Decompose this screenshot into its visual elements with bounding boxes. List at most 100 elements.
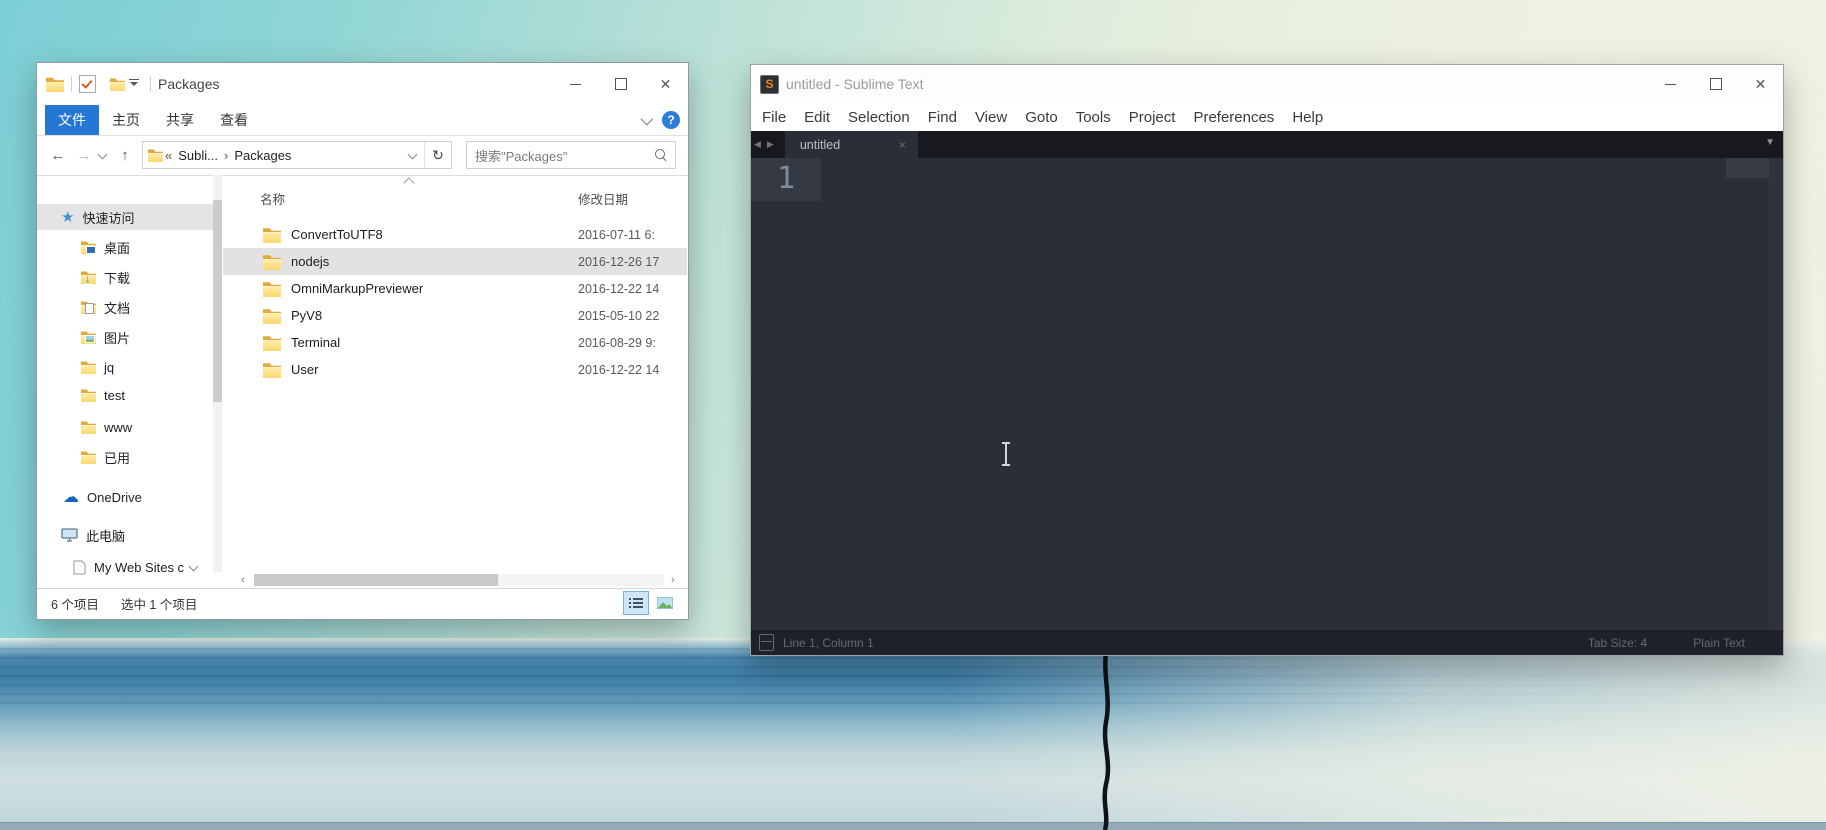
scroll-left-icon[interactable]: ‹ (241, 574, 245, 586)
breadcrumb-parent[interactable]: Subli... (174, 148, 222, 163)
menu-help[interactable]: Help (1283, 109, 1332, 126)
tab-scroll-left-icon[interactable]: ◀ (751, 139, 764, 150)
ribbon-tab-view[interactable]: 查看 (207, 105, 261, 135)
sidebar-item-test[interactable]: test (37, 382, 213, 408)
menu-tools[interactable]: Tools (1067, 109, 1120, 126)
menu-view[interactable]: View (966, 109, 1016, 126)
ribbon-tab-share[interactable]: 共享 (153, 105, 207, 135)
sidebar-label: www (104, 419, 133, 435)
desktop-folder-icon (81, 241, 96, 255)
qat-customize-icon[interactable] (129, 78, 139, 90)
tab-close-icon[interactable]: × (899, 138, 906, 152)
maximize-button[interactable] (1693, 65, 1738, 103)
breadcrumb-current[interactable]: Packages (230, 148, 295, 163)
maximize-button[interactable] (598, 63, 643, 105)
sidebar-item-pictures[interactable]: 图片 (37, 324, 213, 350)
desktop: Packages ✕ 文件 主页 共享 查看 ? ← → ↑ « Subli..… (0, 0, 1826, 830)
file-name: ConvertToUTF8 (291, 227, 383, 242)
back-button[interactable]: ← (45, 147, 71, 164)
document-overlay-icon (85, 302, 94, 314)
menu-edit[interactable]: Edit (795, 109, 839, 126)
tab-list-icon[interactable]: ▼ (1765, 137, 1775, 148)
sidebar-item-jq[interactable]: jq (37, 354, 213, 380)
details-view-icon (629, 598, 643, 608)
sidebar-item-onedrive[interactable]: ☁ OneDrive (37, 484, 213, 510)
address-bar[interactable]: « Subli... › Packages ↻ (142, 141, 452, 169)
menu-find[interactable]: Find (919, 109, 966, 126)
horizontal-scrollbar[interactable]: ‹ › (223, 572, 687, 588)
sidebar-item-quick-access[interactable]: ★ 快速访问 (37, 204, 213, 230)
sidebar-label: 文档 (104, 300, 131, 316)
qat-checkmark-icon[interactable] (79, 75, 96, 93)
column-header-name[interactable]: 名称 (260, 189, 285, 208)
chevron-down-icon[interactable] (188, 561, 199, 571)
up-button[interactable]: ↑ (112, 147, 138, 164)
sidebar-item-downloads[interactable]: ↓ 下载 (37, 264, 213, 290)
minimize-button[interactable] (553, 63, 598, 105)
breadcrumb-collapse[interactable]: « (163, 148, 174, 163)
forward-button[interactable]: → (71, 147, 97, 164)
horizontal-scrollbar-track[interactable] (254, 574, 664, 586)
file-row[interactable]: OmniMarkupPreviewer 2016-12-22 14 (223, 275, 687, 302)
details-view-button[interactable] (623, 591, 649, 615)
menu-file[interactable]: File (753, 109, 795, 126)
sidebar-item-my-web-sites[interactable]: My Web Sites c (37, 554, 213, 580)
sidebar-item-yiyong[interactable]: 已用 (37, 444, 213, 470)
explorer-window: Packages ✕ 文件 主页 共享 查看 ? ← → ↑ « Subli..… (36, 62, 689, 620)
sidebar-item-www[interactable]: www (37, 414, 213, 440)
menu-project[interactable]: Project (1120, 109, 1185, 126)
horizontal-scrollbar-thumb[interactable] (254, 574, 498, 586)
folder-icon (263, 335, 281, 351)
search-input[interactable]: 搜索"Packages" (466, 141, 676, 169)
cursor-position: Line 1, Column 1 (783, 635, 874, 650)
recent-locations-icon[interactable] (97, 149, 108, 159)
menu-preferences[interactable]: Preferences (1184, 109, 1283, 126)
editor-area[interactable]: 1 (751, 158, 1783, 630)
tab-untitled[interactable]: untitled × (784, 131, 918, 158)
folder-icon (263, 227, 281, 243)
sidebar-item-documents[interactable]: 文档 (37, 294, 213, 320)
navigation-pane: ★ 快速访问 桌面 ↓ 下载 文档 图片 jq test www 已用 ☁ On… (37, 175, 213, 588)
chevron-right-icon[interactable]: › (222, 148, 230, 163)
folder-icon (81, 421, 96, 435)
help-button[interactable]: ? (662, 111, 680, 129)
file-row[interactable]: Terminal 2016-08-29 9: (223, 329, 687, 356)
sidebar-scrollbar-thumb[interactable] (213, 200, 222, 402)
file-row[interactable]: PyV8 2015-05-10 22 (223, 302, 687, 329)
ribbon-collapse-icon[interactable] (640, 112, 654, 125)
folder-icon (263, 281, 281, 297)
status-mode-icon[interactable] (759, 634, 774, 651)
sidebar-item-this-pc[interactable]: 此电脑 (37, 522, 213, 548)
file-date: 2016-12-22 14 (578, 281, 660, 296)
search-icon[interactable] (655, 149, 667, 162)
documents-folder-icon (81, 301, 96, 315)
tab-scroll-right-icon[interactable]: ▶ (764, 139, 777, 150)
editor-scrollbar[interactable] (1769, 158, 1783, 630)
close-button[interactable]: ✕ (643, 63, 688, 105)
column-header-date[interactable]: 修改日期 (578, 189, 628, 208)
sidebar-scrollbar[interactable] (213, 175, 222, 572)
syntax-indicator[interactable]: Plain Text (1693, 636, 1745, 650)
file-row[interactable]: User 2016-12-22 14 (223, 356, 687, 383)
downloads-folder-icon: ↓ (81, 271, 96, 285)
minimap-viewport[interactable] (1726, 158, 1769, 178)
refresh-button[interactable]: ↻ (424, 142, 451, 168)
thumbnail-view-button[interactable] (652, 591, 678, 615)
close-button[interactable]: ✕ (1738, 65, 1783, 103)
scroll-right-icon[interactable]: › (671, 574, 675, 586)
menu-selection[interactable]: Selection (839, 109, 919, 126)
address-dropdown-icon[interactable] (400, 142, 424, 168)
tab-size-indicator[interactable]: Tab Size: 4 (1588, 636, 1647, 650)
minimize-button[interactable] (1648, 65, 1693, 103)
file-row[interactable]: ConvertToUTF8 2016-07-11 6: (223, 221, 687, 248)
qat-folder-icon[interactable] (110, 78, 125, 92)
sublime-titlebar[interactable]: S untitled - Sublime Text ✕ (751, 65, 1783, 103)
pole-reflection (1102, 651, 1111, 830)
ribbon-tab-home[interactable]: 主页 (99, 105, 153, 135)
menu-goto[interactable]: Goto (1016, 109, 1067, 126)
this-pc-icon (61, 527, 78, 542)
file-row-selected[interactable]: nodejs 2016-12-26 17 (223, 248, 687, 275)
explorer-titlebar[interactable]: Packages ✕ (37, 63, 688, 105)
ribbon-tab-file[interactable]: 文件 (45, 105, 99, 135)
sidebar-item-desktop[interactable]: 桌面 (37, 234, 213, 260)
